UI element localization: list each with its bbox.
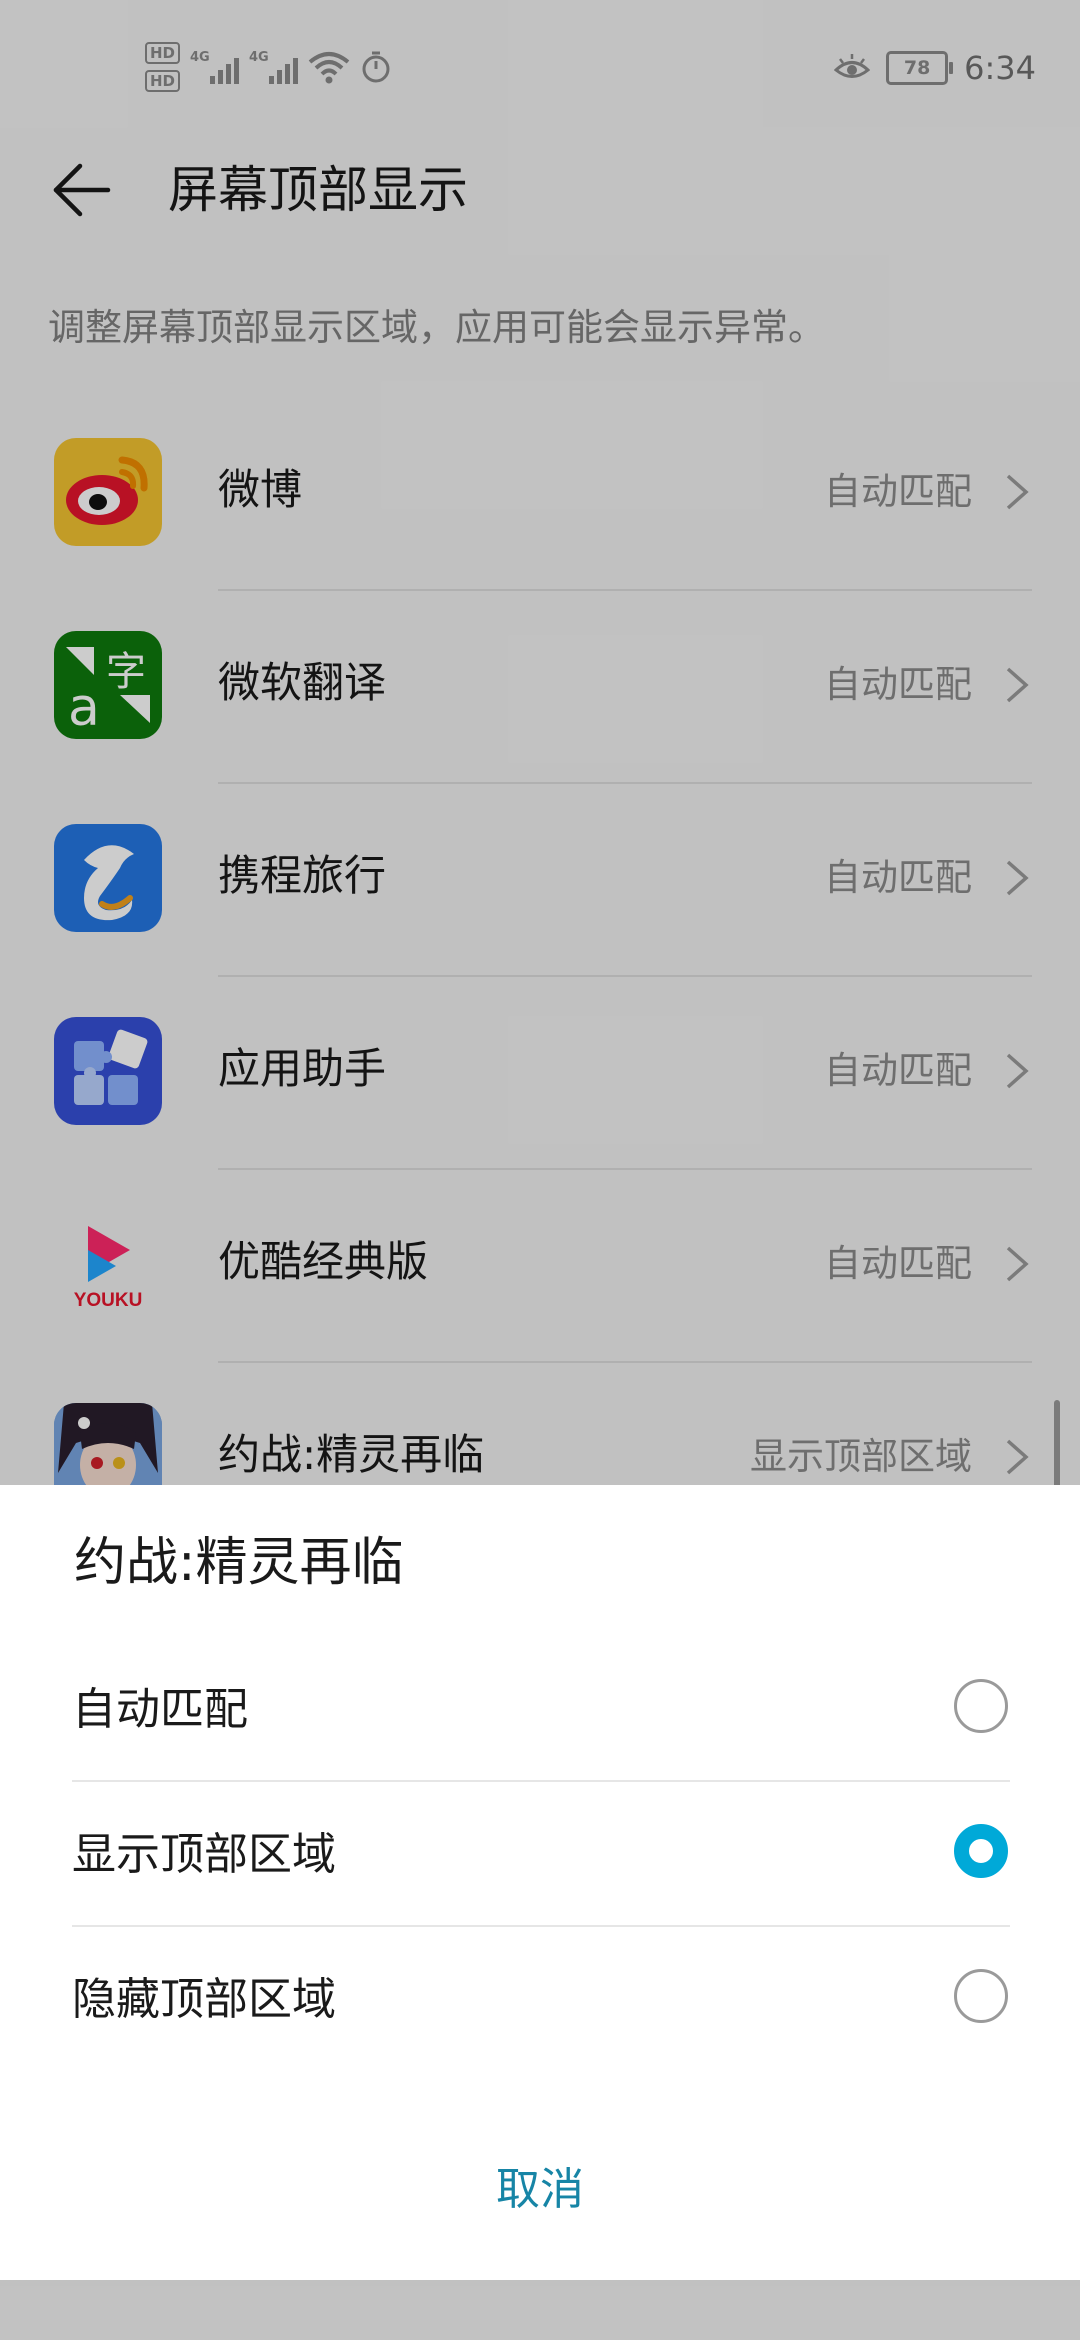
display-mode-dialog: 约战:精灵再临 自动匹配 显示顶部区域 隐藏顶部区域 取消 — [0, 1485, 1080, 2280]
option-show-top-area[interactable]: 显示顶部区域 — [72, 1783, 1010, 1927]
option-label: 显示顶部区域 — [72, 1829, 336, 1880]
option-auto-match[interactable]: 自动匹配 — [72, 1638, 1010, 1782]
radio-button-selected[interactable] — [954, 1824, 1008, 1878]
option-label: 自动匹配 — [72, 1684, 248, 1735]
cancel-button[interactable]: 取消 — [390, 2150, 690, 2230]
divider — [72, 1780, 1010, 1782]
divider — [72, 1925, 1010, 1927]
dialog-title: 约战:精灵再临 — [74, 1533, 404, 1593]
radio-button[interactable] — [954, 1679, 1008, 1733]
radio-button[interactable] — [954, 1969, 1008, 2023]
option-hide-top-area[interactable]: 隐藏顶部区域 — [72, 1928, 1010, 2072]
option-label: 隐藏顶部区域 — [72, 1974, 336, 2025]
